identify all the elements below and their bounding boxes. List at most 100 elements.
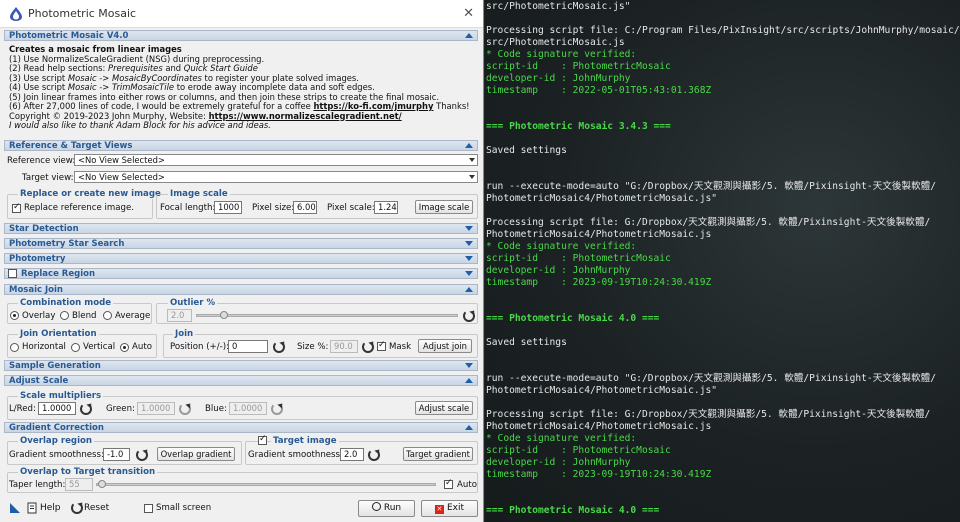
- replace-region-checkbox[interactable]: [8, 269, 17, 278]
- section-header-mosaic-join[interactable]: Mosaic Join: [4, 284, 478, 295]
- close-icon[interactable]: ✕: [463, 6, 474, 21]
- position-reset-icon[interactable]: [273, 341, 285, 353]
- section-header-ref-target[interactable]: Reference & Target Views: [4, 140, 478, 151]
- section-header-sample-generation[interactable]: Sample Generation: [4, 360, 478, 371]
- image-scale-button[interactable]: Image scale: [415, 200, 473, 214]
- reset-label[interactable]: Reset: [84, 503, 109, 513]
- pixinsight-app-icon: [10, 6, 22, 21]
- mask-label: Mask: [389, 342, 412, 352]
- console-line: === Photometric Mosaic 4.0 ===: [486, 505, 660, 516]
- exit-button[interactable]: ✕ Exit: [421, 500, 478, 517]
- overlap-smoothness-input[interactable]: -1.0: [103, 448, 130, 461]
- horizontal-radio[interactable]: [10, 343, 19, 352]
- expand-arrow-icon[interactable]: [465, 269, 473, 279]
- collapse-arrow-icon[interactable]: [465, 423, 473, 433]
- small-screen-checkbox[interactable]: [144, 504, 153, 513]
- section-header-gradient-correction[interactable]: Gradient Correction: [4, 422, 478, 433]
- red-label: L/Red:: [9, 404, 36, 414]
- outlier-slider[interactable]: [196, 314, 458, 317]
- adjust-scale-button[interactable]: Adjust scale: [415, 401, 473, 415]
- pixel-scale-input[interactable]: 1.24: [374, 201, 398, 214]
- replace-group-title: Replace or create new image: [18, 189, 163, 199]
- target-gradient-button[interactable]: Target gradient: [403, 447, 473, 461]
- section-header-main[interactable]: Photometric Mosaic V4.0: [4, 30, 478, 41]
- overlap-smoothness-reset-icon[interactable]: [136, 449, 148, 461]
- collapse-arrow-icon[interactable]: [465, 285, 473, 295]
- dropdown-arrow-icon: [469, 175, 475, 179]
- green-input[interactable]: 1.0000: [137, 402, 175, 415]
- taper-auto-checkbox[interactable]: [444, 478, 453, 489]
- section-header-photometry-star-search[interactable]: Photometry Star Search: [4, 238, 478, 249]
- green-reset-icon[interactable]: [179, 403, 191, 415]
- section-label: Adjust Scale: [9, 375, 69, 386]
- console-line: === Photometric Mosaic 3.4.3 ===: [486, 121, 671, 132]
- focal-length-input[interactable]: 1000: [214, 201, 242, 214]
- expand-arrow-icon[interactable]: [465, 361, 473, 371]
- section-label: Reference & Target Views: [9, 140, 133, 151]
- outlier-reset-icon[interactable]: [463, 310, 475, 322]
- console-line: * Code signature verified:: [486, 433, 637, 444]
- collapse-arrow-icon[interactable]: [465, 141, 473, 151]
- target-smoothness-reset-icon[interactable]: [368, 449, 380, 461]
- help-icon[interactable]: [27, 502, 37, 514]
- mask-checkbox[interactable]: [377, 340, 386, 351]
- kofi-link[interactable]: https://ko-fi.com/jmurphy: [313, 101, 433, 111]
- vertical-radio[interactable]: [71, 343, 80, 352]
- outlier-input[interactable]: 2.0: [167, 309, 192, 322]
- blue-reset-icon[interactable]: [271, 403, 283, 415]
- intro-line: I would also like to thank Adam Block fo…: [9, 120, 271, 130]
- section-header-photometry[interactable]: Photometry: [4, 253, 478, 264]
- pixel-size-input[interactable]: 6.00: [293, 201, 317, 214]
- reference-view-select[interactable]: <No View Selected>: [74, 154, 478, 166]
- auto-radio[interactable]: [120, 343, 129, 352]
- dialog-titlebar: Photometric Mosaic ✕: [0, 0, 483, 28]
- average-radio[interactable]: [103, 311, 112, 320]
- collapse-arrow-icon[interactable]: [465, 31, 473, 41]
- position-input[interactable]: 0: [228, 340, 268, 353]
- target-view-select[interactable]: <No View Selected>: [74, 171, 478, 183]
- expand-arrow-icon[interactable]: [465, 239, 473, 249]
- expand-arrow-icon[interactable]: [465, 254, 473, 264]
- expand-arrow-icon[interactable]: [465, 224, 473, 234]
- console-line: developer-id : JohnMurphy: [486, 265, 631, 276]
- dialog-title: Photometric Mosaic: [28, 7, 137, 20]
- overlap-gradient-button[interactable]: Overlap gradient: [157, 447, 235, 461]
- taper-length-slider[interactable]: [96, 483, 436, 486]
- section-header-adjust-scale[interactable]: Adjust Scale: [4, 375, 478, 386]
- new-instance-triangle-icon[interactable]: [10, 503, 20, 513]
- taper-length-input[interactable]: 55: [65, 478, 93, 491]
- red-input[interactable]: 1.0000: [38, 402, 76, 415]
- outlier-slider-handle[interactable]: [220, 311, 228, 319]
- small-screen-label: Small screen: [156, 503, 212, 513]
- section-header-replace-region[interactable]: Replace Region: [4, 268, 478, 279]
- console-line: * Code signature verified:: [486, 49, 637, 60]
- exit-icon: ✕: [434, 505, 444, 514]
- console-line: * Code signature verified:: [486, 241, 637, 252]
- blue-input[interactable]: 1.0000: [229, 402, 267, 415]
- red-reset-icon[interactable]: [80, 403, 92, 415]
- position-label: Position (+/-):: [170, 342, 229, 352]
- join-orientation-title: Join Orientation: [18, 329, 99, 339]
- help-label[interactable]: Help: [40, 503, 61, 513]
- target-image-checkbox[interactable]: [258, 434, 267, 445]
- run-button[interactable]: Run: [358, 500, 415, 517]
- overlap-smoothness-label: Gradient smoothness:: [9, 450, 104, 460]
- collapse-arrow-icon[interactable]: [465, 376, 473, 386]
- reset-icon[interactable]: [71, 502, 83, 514]
- console-line: PhotometricMosaic4/PhotometricMosaic.js": [486, 193, 718, 204]
- replace-reference-checkbox[interactable]: [12, 202, 21, 213]
- target-smoothness-input[interactable]: 2.0: [340, 448, 364, 461]
- horizontal-label: Horizontal: [22, 342, 66, 352]
- image-scale-title: Image scale: [168, 189, 230, 199]
- website-link[interactable]: https://www.normalizescalegradient.net/: [209, 111, 402, 121]
- size-input[interactable]: 90.0: [330, 340, 358, 353]
- size-reset-icon[interactable]: [362, 341, 374, 353]
- overlay-radio[interactable]: [10, 311, 19, 320]
- console-line: Saved settings: [486, 337, 567, 348]
- section-label: Photometry: [9, 253, 66, 264]
- section-header-star-detection[interactable]: Star Detection: [4, 223, 478, 234]
- blend-radio[interactable]: [60, 311, 69, 320]
- taper-length-slider-handle[interactable]: [98, 480, 106, 488]
- adjust-join-button[interactable]: Adjust join: [418, 339, 472, 353]
- process-console[interactable]: src/PhotometricMosaic.js" Processing scri…: [485, 0, 960, 522]
